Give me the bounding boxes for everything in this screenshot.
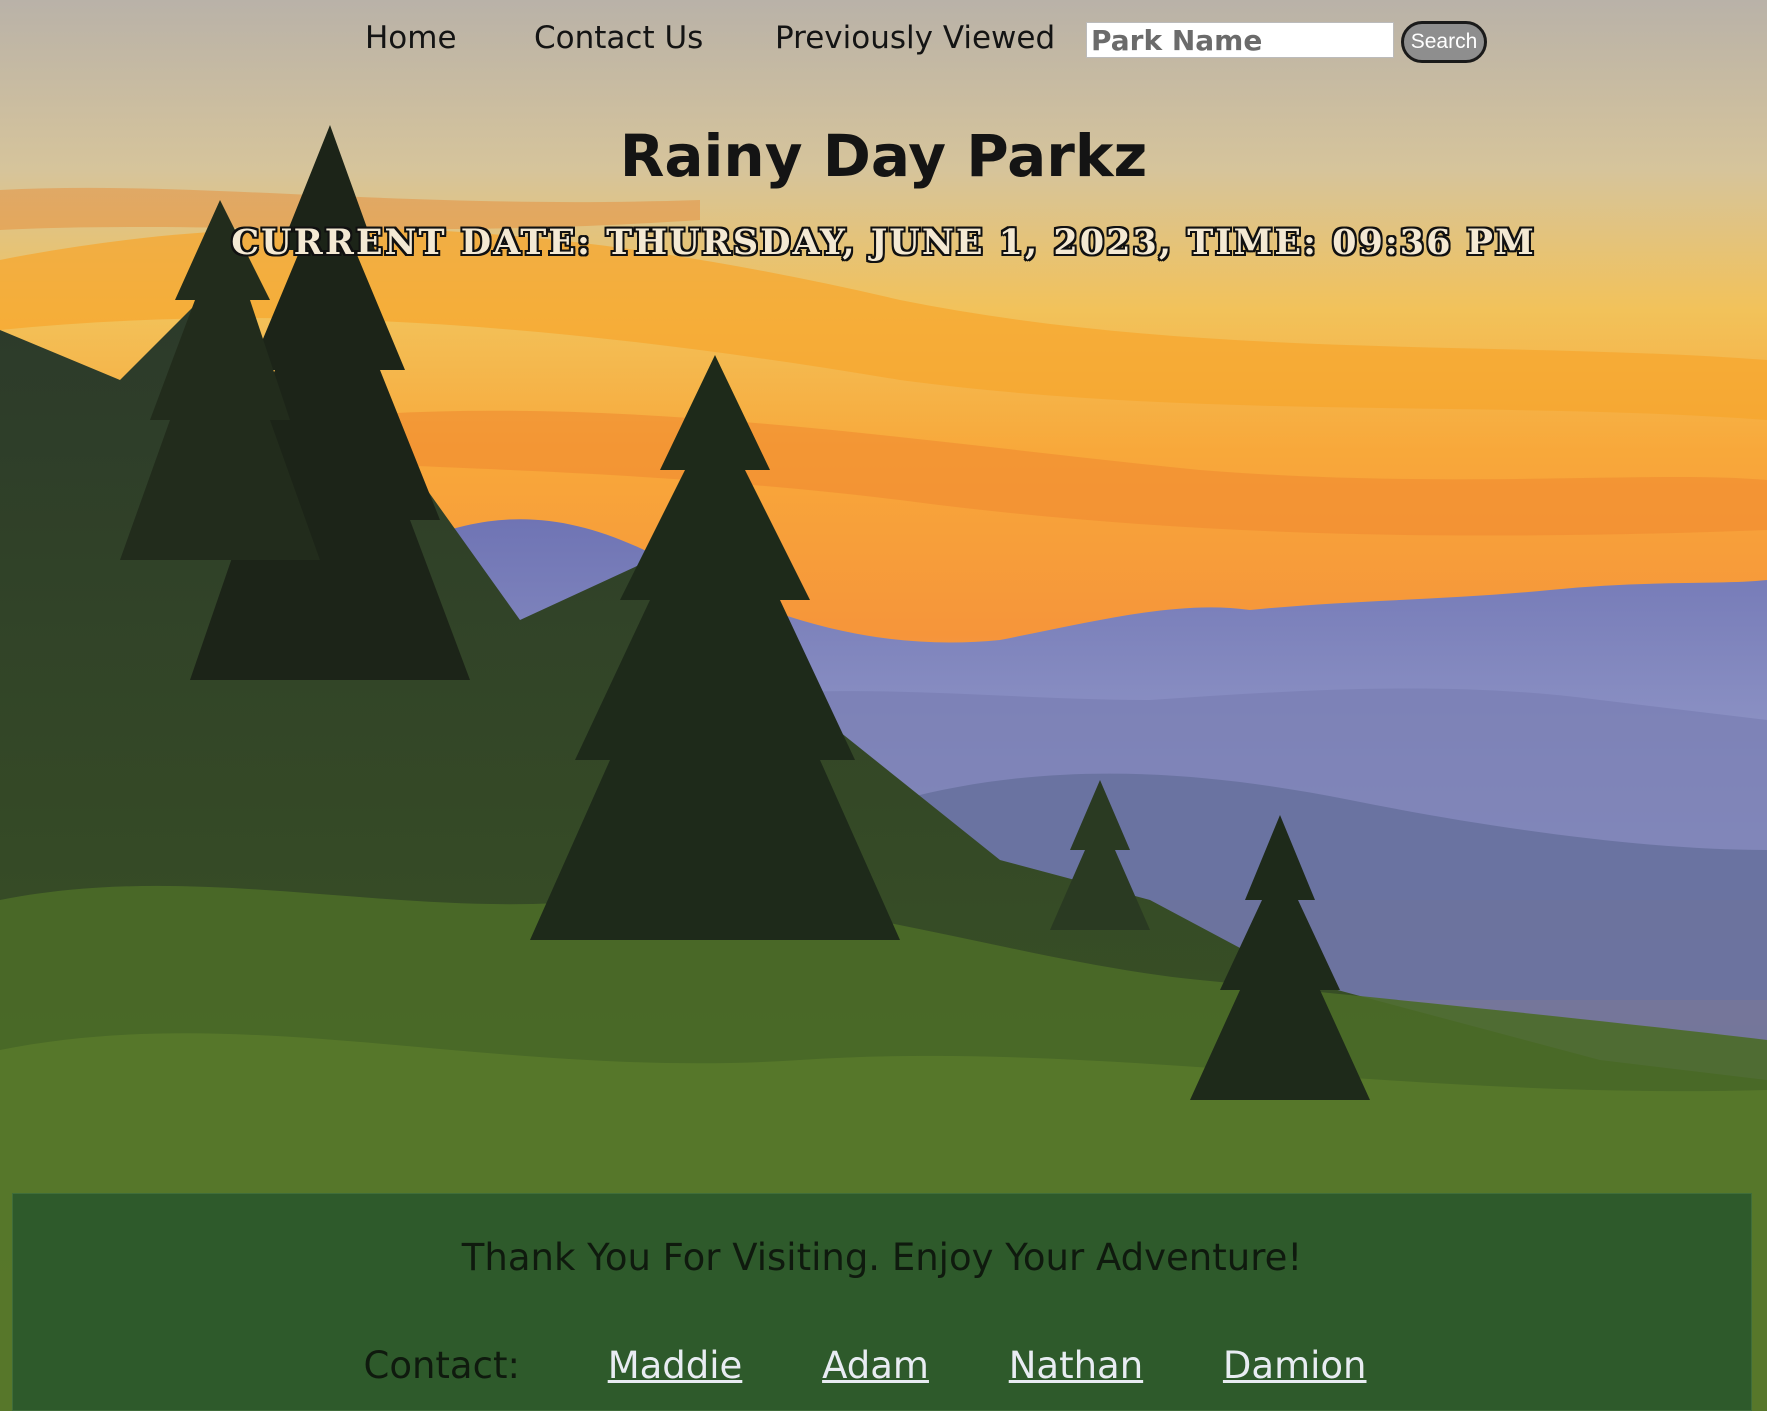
top-nav: Home Contact Us Previously Viewed Search bbox=[0, 0, 1767, 80]
park-search-input[interactable] bbox=[1086, 22, 1394, 58]
contact-label: Contact: bbox=[363, 1344, 520, 1387]
page-title: Rainy Day Parkz bbox=[619, 122, 1148, 190]
contact-link-nathan[interactable]: Nathan bbox=[1009, 1344, 1143, 1387]
contact-link-adam[interactable]: Adam bbox=[822, 1344, 929, 1387]
nav-home-link[interactable]: Home bbox=[365, 20, 457, 56]
datetime-text: Current Date: Thursday, June 1, 2023, Ti… bbox=[231, 222, 1536, 263]
search-button[interactable]: Search bbox=[1401, 21, 1487, 63]
footer-message: Thank You For Visiting. Enjoy Your Adven… bbox=[461, 1236, 1303, 1279]
contact-link-damion[interactable]: Damion bbox=[1223, 1344, 1367, 1387]
contact-link-maddie[interactable]: Maddie bbox=[608, 1344, 743, 1387]
contact-row: Contact: Maddie Adam Nathan Damion bbox=[13, 1344, 1751, 1387]
current-datetime: Current Date: Thursday, June 1, 2023, Ti… bbox=[0, 222, 1767, 263]
nav-contact-link[interactable]: Contact Us bbox=[534, 20, 703, 56]
nav-previously-viewed-link[interactable]: Previously Viewed bbox=[775, 20, 1055, 56]
footer: Thank You For Visiting. Enjoy Your Adven… bbox=[12, 1193, 1752, 1411]
